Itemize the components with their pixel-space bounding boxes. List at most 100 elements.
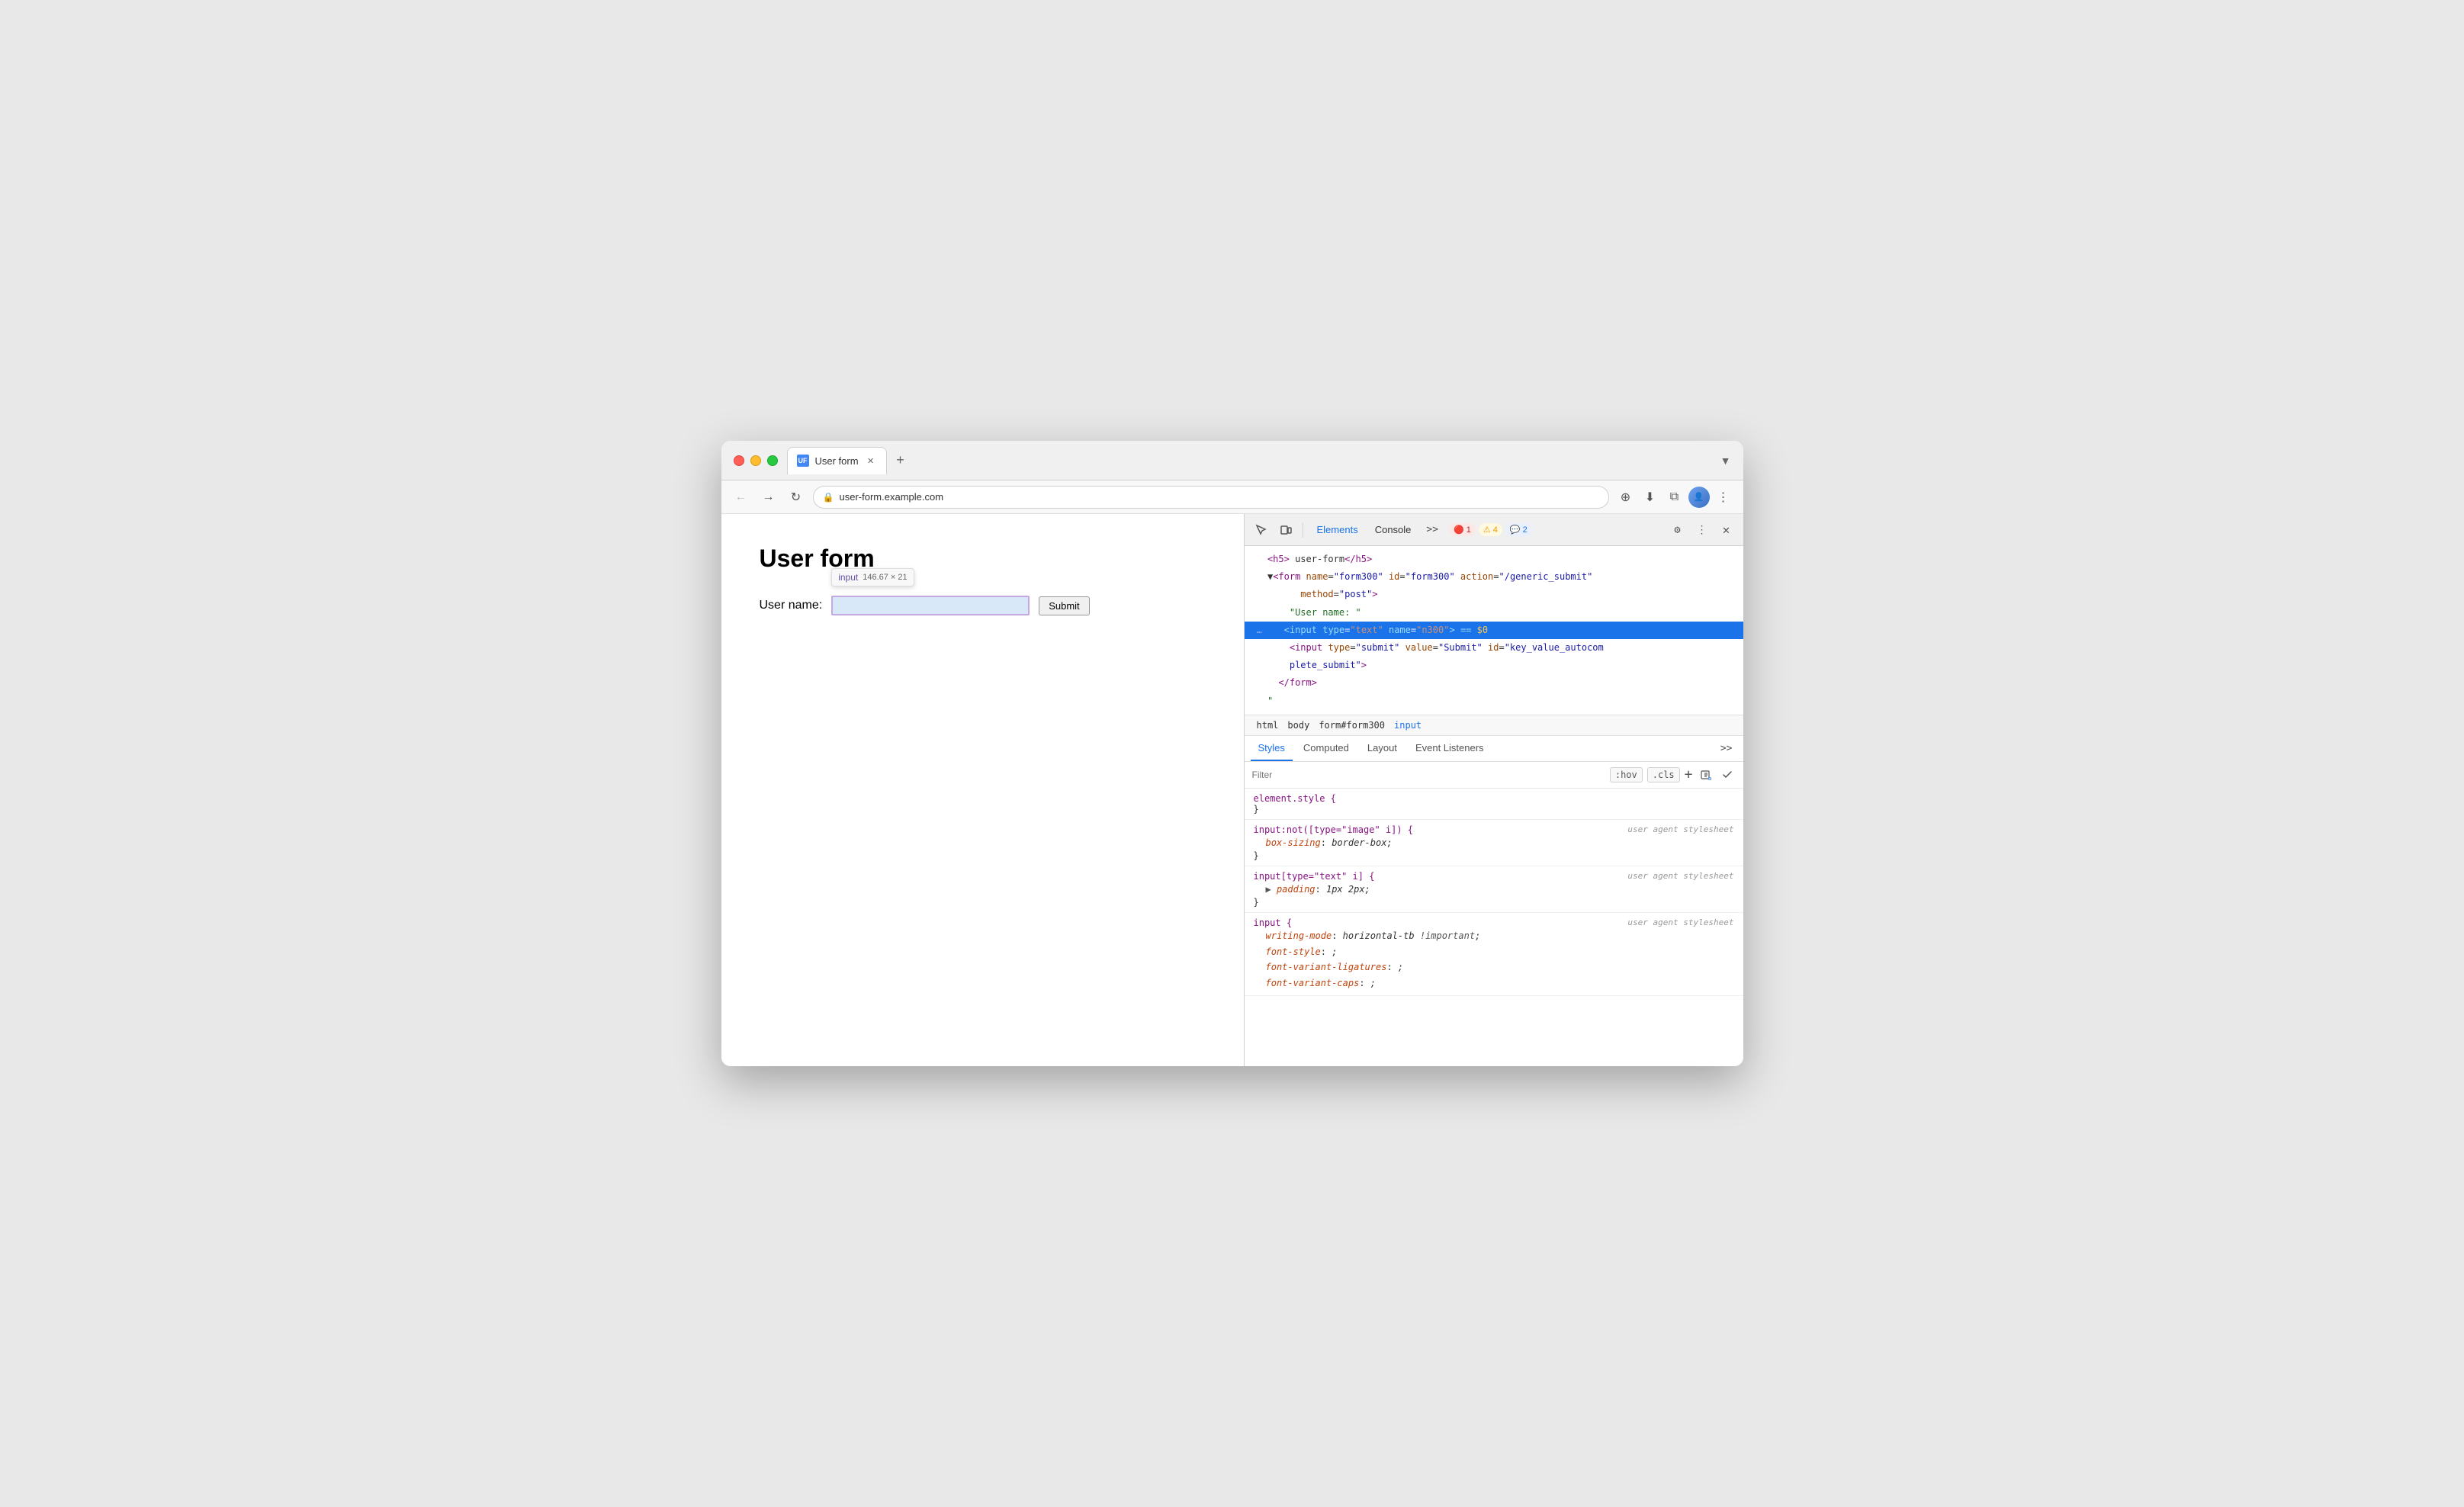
submit-button[interactable]: Submit xyxy=(1039,596,1089,615)
breadcrumb-html[interactable]: html xyxy=(1254,718,1282,732)
tab-title: User form xyxy=(815,455,859,467)
filter-actions: :hov .cls + xyxy=(1610,766,1736,783)
forward-button[interactable]: → xyxy=(758,487,779,508)
tab-dropdown-icon[interactable]: ▼ xyxy=(1720,455,1731,467)
security-icon: 🔒 xyxy=(823,492,834,503)
dom-line-9: " xyxy=(1245,692,1743,710)
tab-elements[interactable]: Elements xyxy=(1309,520,1366,539)
main-area: User form User name: input 146.67 × 21 S… xyxy=(721,514,1743,1066)
css-block-input-not: user agent stylesheet input:not([type="i… xyxy=(1245,820,1743,866)
info-icon: 💬 xyxy=(1510,525,1521,535)
dom-line-2: ▼<form name="form300" id="form300" actio… xyxy=(1245,568,1743,586)
input-tooltip: input 146.67 × 21 xyxy=(831,568,914,586)
minimize-button[interactable] xyxy=(750,455,761,466)
address-text: user-form.example.com xyxy=(840,491,944,503)
tab-console[interactable]: Console xyxy=(1367,520,1419,539)
close-button[interactable] xyxy=(734,455,744,466)
css-block-input-text: user agent stylesheet input[type="text" … xyxy=(1245,866,1743,913)
css-prop-box-sizing: box-sizing: border-box; xyxy=(1254,835,1734,850)
css-prop-font-variant-ligatures: font-variant-ligatures: ; xyxy=(1254,959,1734,975)
toggle-element-state-icon[interactable] xyxy=(1719,766,1736,783)
warn-icon: ⚠ xyxy=(1483,525,1491,535)
css-prop-padding: ▶ padding: 1px 2px; xyxy=(1254,882,1734,897)
badge-group: 🔴 1 ⚠ 4 💬 2 xyxy=(1449,523,1532,536)
cls-filter-button[interactable]: .cls xyxy=(1647,767,1680,782)
css-selector-line-3: user agent stylesheet input { xyxy=(1254,917,1734,928)
page-title: User form xyxy=(760,545,1206,573)
input-container: input 146.67 × 21 xyxy=(831,596,1030,615)
filter-input[interactable] xyxy=(1252,770,1604,780)
css-block-input: user agent stylesheet input { writing-mo… xyxy=(1245,913,1743,996)
tab-event-listeners[interactable]: Event Listeners xyxy=(1408,736,1492,761)
devtools-toolbar: Elements Console >> 🔴 1 ⚠ 4 xyxy=(1245,514,1743,546)
breadcrumb-input[interactable]: input xyxy=(1391,718,1425,732)
browser-window: UF User form ✕ + ▼ ← → ↻ 🔒 user-form.exa… xyxy=(721,441,1743,1066)
css-block-element-style: element.style { } xyxy=(1245,789,1743,820)
maximize-button[interactable] xyxy=(767,455,778,466)
more-options-icon[interactable]: ⋮ xyxy=(1691,519,1713,541)
new-style-rule-icon[interactable] xyxy=(1698,766,1714,783)
address-bar[interactable]: 🔒 user-form.example.com xyxy=(813,486,1609,509)
form-label: User name: xyxy=(760,599,823,612)
css-selector-line-2: user agent stylesheet input[type="text" … xyxy=(1254,871,1734,882)
css-close-brace-1: } xyxy=(1254,804,1734,815)
profile-avatar[interactable]: 👤 xyxy=(1688,487,1710,508)
style-tabs: Styles Computed Layout Event Listeners >… xyxy=(1245,736,1743,762)
split-view-button[interactable]: ⧉ xyxy=(1664,487,1685,508)
css-prop-font-style: font-style: ; xyxy=(1254,944,1734,959)
hov-filter-button[interactable]: :hov xyxy=(1610,767,1643,782)
warn-count: 4 xyxy=(1493,525,1498,535)
error-badge[interactable]: 🔴 1 xyxy=(1449,523,1476,536)
devtools-main-tabs: Elements Console xyxy=(1309,520,1419,539)
styles-panel: element.style { } user agent stylesheet … xyxy=(1245,789,1743,1066)
error-icon: 🔴 xyxy=(1454,525,1464,535)
dom-line-1: <h5> user-form</h5> xyxy=(1245,551,1743,568)
devtools-panel: Elements Console >> 🔴 1 ⚠ 4 xyxy=(1244,514,1743,1066)
dom-line-6: <input type="submit" value="Submit" id="… xyxy=(1245,639,1743,657)
filter-bar: :hov .cls + xyxy=(1245,762,1743,789)
css-prop-writing-mode: writing-mode: horizontal-tb !important; xyxy=(1254,928,1734,943)
add-style-button[interactable]: + xyxy=(1685,766,1693,782)
inspect-element-icon[interactable] xyxy=(1251,519,1272,541)
more-options-button[interactable]: ⋮ xyxy=(1713,487,1734,508)
breadcrumb-form[interactable]: form#form300 xyxy=(1316,718,1388,732)
breadcrumb-bar: html body form#form300 input xyxy=(1245,715,1743,736)
extensions-button[interactable]: ⊕ xyxy=(1615,487,1637,508)
new-tab-button[interactable]: + xyxy=(890,450,911,471)
css-prop-font-variant-caps: font-variant-caps: ; xyxy=(1254,975,1734,991)
devtools-close-button[interactable]: ✕ xyxy=(1716,519,1737,541)
device-mode-icon[interactable] xyxy=(1275,519,1296,541)
error-count: 1 xyxy=(1467,525,1471,535)
tab-styles[interactable]: Styles xyxy=(1251,736,1293,761)
more-tabs-button[interactable]: >> xyxy=(1422,521,1443,538)
traffic-lights xyxy=(734,455,778,466)
active-tab[interactable]: UF User form ✕ xyxy=(787,447,887,474)
dom-line-3: method="post"> xyxy=(1245,586,1743,603)
warn-badge[interactable]: ⚠ 4 xyxy=(1479,523,1502,536)
breadcrumb-body[interactable]: body xyxy=(1284,718,1312,732)
back-button[interactable]: ← xyxy=(731,487,752,508)
reload-button[interactable]: ↻ xyxy=(785,487,807,508)
dom-tree: <h5> user-form</h5> ▼<form name="form300… xyxy=(1245,546,1743,715)
tab-layout[interactable]: Layout xyxy=(1360,736,1405,761)
css-close-brace-2: } xyxy=(1254,850,1734,861)
info-count: 2 xyxy=(1523,525,1528,535)
css-selector-line-1: user agent stylesheet input:not([type="i… xyxy=(1254,824,1734,835)
download-button[interactable]: ⬇ xyxy=(1640,487,1661,508)
nav-bar: ← → ↻ 🔒 user-form.example.com ⊕ ⬇ ⧉ 👤 ⋮ xyxy=(721,480,1743,514)
nav-actions: ⊕ ⬇ ⧉ 👤 ⋮ xyxy=(1615,487,1734,508)
tab-bar: UF User form ✕ + ▼ xyxy=(787,447,1731,474)
username-input[interactable] xyxy=(831,596,1030,615)
settings-icon[interactable]: ⚙ xyxy=(1667,519,1688,541)
css-selector-element-style: element.style { xyxy=(1254,793,1734,804)
dom-line-4: "User name: " xyxy=(1245,604,1743,622)
dom-line-7: plete_submit"> xyxy=(1245,657,1743,674)
dom-line-8: </form> xyxy=(1245,674,1743,692)
tab-close-button[interactable]: ✕ xyxy=(865,455,877,467)
tab-computed[interactable]: Computed xyxy=(1296,736,1357,761)
more-style-tabs[interactable]: >> xyxy=(1716,740,1737,757)
dom-line-5-selected[interactable]: … <input type="text" name="n300"> == $0 xyxy=(1245,622,1743,639)
info-badge[interactable]: 💬 2 xyxy=(1505,523,1532,536)
css-close-brace-3: } xyxy=(1254,897,1734,908)
tooltip-size: 146.67 × 21 xyxy=(863,573,907,582)
